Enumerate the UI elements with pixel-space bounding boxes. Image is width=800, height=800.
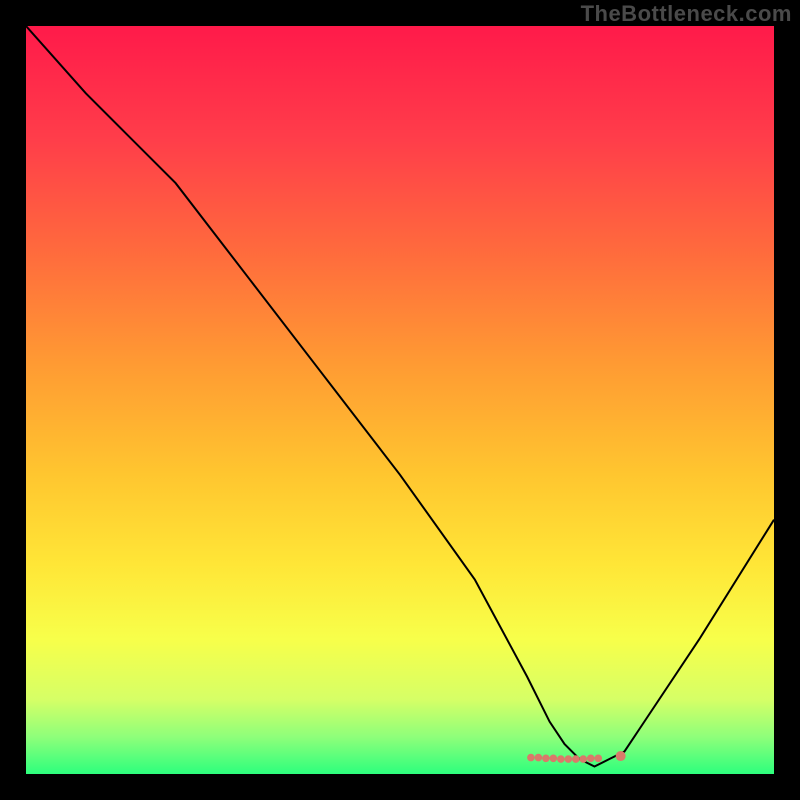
valley-marker-dot bbox=[587, 754, 595, 762]
valley-marker-dot bbox=[542, 754, 550, 762]
valley-marker-dot bbox=[565, 755, 573, 763]
curve-layer bbox=[26, 26, 774, 774]
valley-marker-dot bbox=[572, 755, 580, 763]
valley-marker-dot bbox=[579, 755, 587, 763]
valley-marker-dot bbox=[616, 751, 626, 761]
plot-area bbox=[26, 26, 774, 774]
valley-marker-dot bbox=[594, 754, 602, 762]
chart-container: TheBottleneck.com bbox=[0, 0, 800, 800]
bottleneck-curve bbox=[26, 26, 774, 767]
valley-marker-dot bbox=[557, 755, 565, 763]
valley-markers bbox=[527, 751, 626, 763]
watermark-text: TheBottleneck.com bbox=[581, 1, 792, 27]
valley-marker-dot bbox=[535, 754, 543, 762]
valley-marker-dot bbox=[550, 754, 558, 762]
valley-marker-dot bbox=[527, 754, 535, 762]
